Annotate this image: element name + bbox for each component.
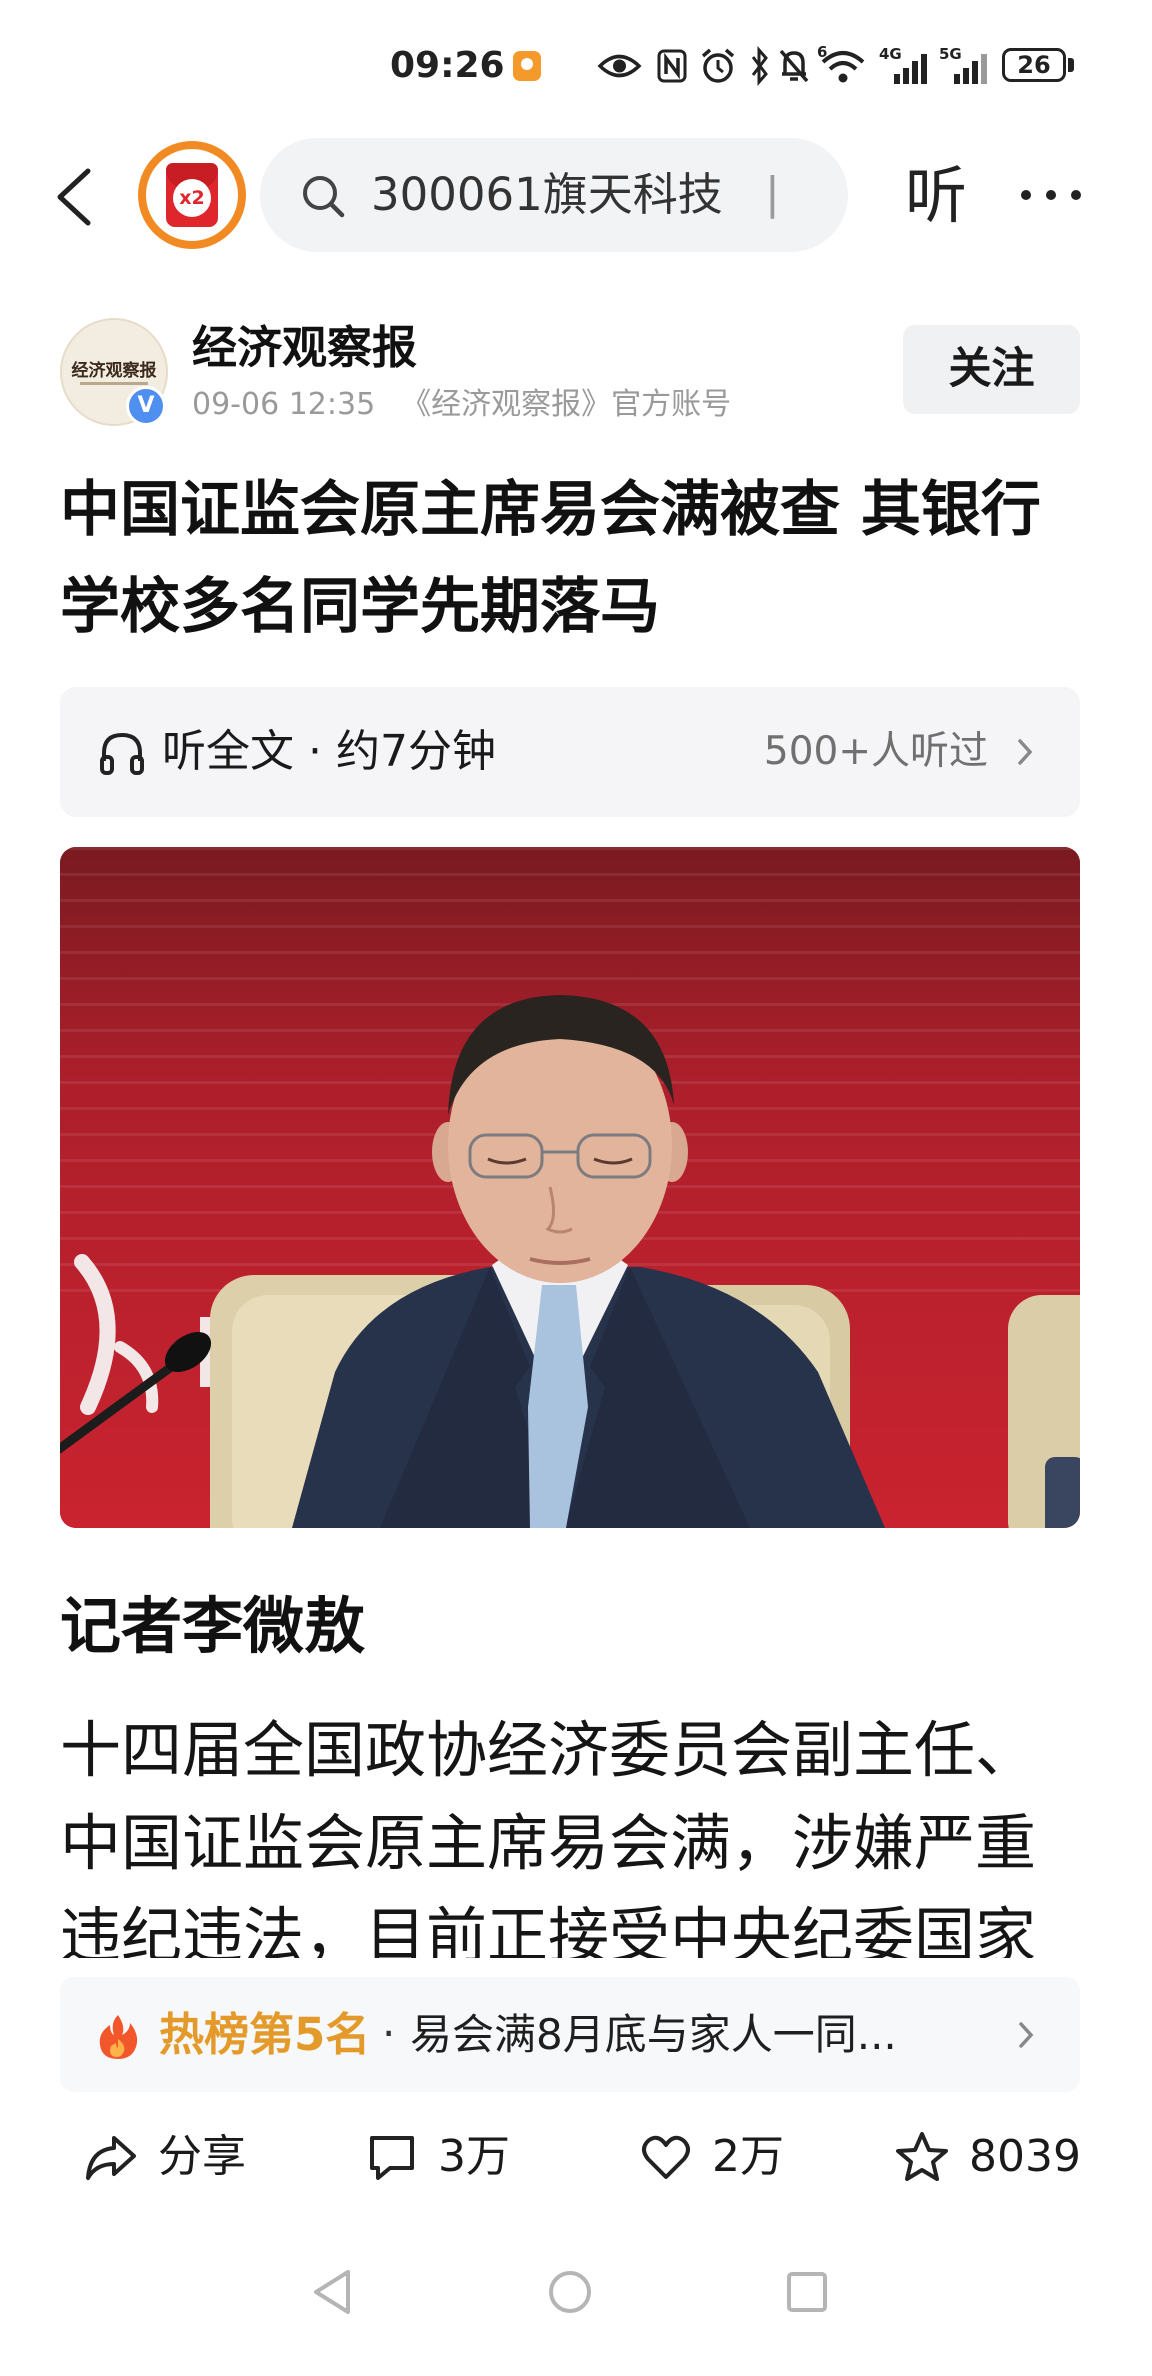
listen-button[interactable]: 听	[900, 160, 972, 232]
alarm-icon	[701, 48, 735, 83]
comment-icon	[370, 2136, 414, 2180]
comment-count: 3万	[438, 2131, 510, 2182]
chevron-right-icon	[1019, 2022, 1034, 2048]
nfc-icon	[657, 49, 687, 83]
mute-bell-icon	[779, 49, 809, 83]
paragraph-line: 十四届全国政协经济委员会副主任、	[60, 1715, 1037, 1786]
signal-4g-icon	[894, 54, 927, 84]
heart-icon	[642, 2135, 690, 2179]
verified-badge-icon: V	[126, 386, 166, 426]
bluetooth-icon	[751, 46, 768, 86]
publish-date: 09-06 12:35	[192, 387, 376, 422]
like-button[interactable]: 2万	[640, 2124, 784, 2190]
paragraph-line: 违纪违法，目前正接受中央纪委国家	[60, 1901, 1037, 1958]
share-icon	[86, 2136, 136, 2180]
reward-avatar-button[interactable]: x2	[138, 141, 246, 249]
hot-separator: ·	[382, 2009, 396, 2058]
share-button[interactable]: 分享	[84, 2124, 246, 2190]
comment-button[interactable]: 3万	[366, 2124, 510, 2190]
back-chevron-icon[interactable]	[52, 166, 96, 228]
hot-rank: 热榜第5名	[159, 2008, 371, 2061]
share-label: 分享	[158, 2131, 246, 2182]
search-icon	[303, 176, 345, 218]
title-line: 中国证监会原主席易会满被查 其银行	[60, 475, 1041, 545]
like-count: 2万	[712, 2131, 784, 2182]
search-cursor: |	[765, 168, 780, 219]
paragraph-line: 中国证监会原主席易会满，涉嫌严重	[60, 1808, 1037, 1879]
fire-icon	[99, 2015, 138, 2059]
article-paragraph: 十四届全国政协经济委员会副主任、 中国证监会原主席易会满，涉嫌严重 违纪违法，目…	[60, 1704, 1090, 1958]
wifi-label: 6	[817, 43, 828, 61]
headphones-icon	[100, 732, 144, 775]
listen-label: 听全文 · 约7分钟	[162, 726, 496, 777]
title-line: 学校多名同学先期落马	[60, 572, 660, 642]
reporter-byline: 记者李微敖	[60, 1591, 366, 1662]
star-icon	[896, 2132, 948, 2181]
hot-headline: 易会满8月底与家人一同...	[410, 2010, 897, 2059]
search-input[interactable]: 300061旗天科技 |	[260, 138, 848, 252]
signal-5g-icon	[954, 54, 987, 84]
avatar-badge: x2	[173, 179, 211, 217]
favorite-count: 8039	[969, 2131, 1081, 2182]
nav-home-icon[interactable]	[547, 2269, 593, 2315]
eye-icon	[597, 54, 642, 78]
listen-full-article-bar[interactable]: 听全文 · 约7分钟 500+人听过	[60, 687, 1080, 817]
logo-divider	[80, 382, 148, 385]
author-meta: 09-06 12:35 《经济观察报》官方账号	[192, 386, 731, 424]
article-photo-image	[60, 847, 1080, 1528]
hot-list-bar[interactable]: 热榜第5名 · 易会满8月底与家人一同...	[60, 1977, 1080, 2092]
chevron-right-icon	[1018, 739, 1033, 765]
search-query: 300061旗天科技	[371, 168, 723, 221]
more-dots-icon[interactable]	[1018, 183, 1084, 207]
app-notification-icon	[513, 51, 541, 81]
account-type: 《经济观察报》官方账号	[401, 387, 732, 422]
battery-icon: 26	[1002, 48, 1066, 82]
author-name[interactable]: 经济观察报	[192, 320, 417, 376]
listener-count: 500+人听过	[763, 729, 988, 774]
article-title: 中国证监会原主席易会满被查 其银行 学校多名同学先期落马	[60, 462, 1090, 656]
nav-recents-icon[interactable]	[785, 2270, 829, 2314]
nav-back-icon[interactable]	[310, 2268, 356, 2316]
battery-nub	[1068, 58, 1074, 72]
follow-button[interactable]: 关注	[903, 325, 1080, 414]
article-photo[interactable]	[60, 847, 1080, 1528]
logo-text: 经济观察报	[71, 361, 157, 381]
status-time: 09:26	[390, 45, 505, 86]
favorite-button[interactable]: 8039	[895, 2124, 1081, 2190]
